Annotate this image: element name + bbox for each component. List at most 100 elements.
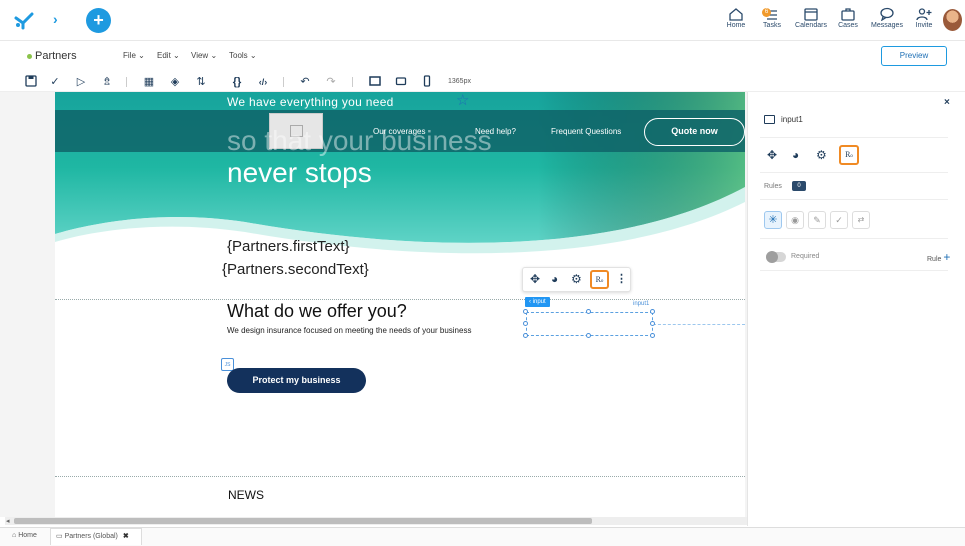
resize-handle[interactable]	[650, 333, 655, 338]
export-icon[interactable]: ⇯	[100, 75, 114, 89]
redo-icon[interactable]: ↷	[324, 75, 338, 89]
nav-home-label: Home	[726, 22, 746, 29]
rules-icon[interactable]: Ro	[590, 270, 609, 289]
nav-calendars[interactable]: Calendars	[793, 7, 829, 29]
menu-edit-label: Edit	[157, 51, 171, 60]
resize-handle[interactable]	[650, 309, 655, 314]
panel-divider	[760, 137, 948, 138]
favorite-star-icon[interactable]: ☆	[456, 92, 469, 109]
nav-home[interactable]: Home	[719, 7, 753, 29]
more-vertical-icon[interactable]: ⋮	[616, 272, 627, 285]
user-avatar[interactable]	[943, 9, 962, 31]
preview-button[interactable]: Preview	[881, 46, 947, 66]
toolbar-separator	[126, 77, 127, 87]
data-icon[interactable]: ⇅	[194, 75, 208, 89]
panel-style-icon[interactable]: ◕	[792, 148, 799, 162]
bottom-tab-bar	[0, 527, 965, 546]
menu-edit[interactable]: Edit ⌄	[157, 51, 180, 60]
required-toggle[interactable]	[766, 251, 786, 263]
toolbar-separator	[352, 77, 353, 87]
rule-filter-validation[interactable]: ✓	[830, 211, 848, 229]
status-dot	[27, 54, 32, 59]
play-icon[interactable]: ▷	[74, 75, 88, 89]
page-preview: We have everything you need ☆ Our covera…	[55, 92, 745, 517]
canvas-width-label: 1365px	[448, 78, 471, 85]
style-palette-icon[interactable]: ◕	[551, 272, 558, 286]
protect-business-button[interactable]: Protect my business	[227, 368, 366, 393]
toggle-knob	[766, 251, 778, 263]
create-button[interactable]: +	[86, 8, 111, 33]
news-title: NEWS	[228, 488, 264, 502]
rule-filter-other[interactable]: ⇄	[852, 211, 870, 229]
close-tab-icon[interactable]: ✖	[123, 533, 129, 540]
tab-partners-label: Partners (Global)	[64, 533, 118, 540]
nav-messages[interactable]: Messages	[869, 7, 905, 29]
layers-icon[interactable]: ◈	[168, 75, 182, 89]
home-icon	[729, 8, 743, 21]
resize-handle[interactable]	[586, 333, 591, 338]
nav-tasks[interactable]: Tasks	[755, 7, 789, 29]
panel-rules-icon[interactable]: Ro	[839, 145, 859, 165]
panel-move-icon[interactable]: ✥	[767, 148, 777, 162]
expand-chevron-icon[interactable]: ›	[53, 11, 58, 27]
panel-divider	[760, 199, 948, 200]
tablet-view-icon[interactable]	[394, 75, 408, 89]
scroll-arrow-left-icon[interactable]: ◂	[6, 517, 10, 525]
section-guide	[55, 299, 745, 300]
offer-title: What do we offer you?	[227, 301, 407, 321]
rule-filter-edit[interactable]: ✎	[808, 211, 826, 229]
chevron-down-icon: ⌄	[173, 51, 180, 60]
document-title: Partners	[35, 50, 77, 62]
panel-divider	[760, 238, 948, 239]
add-rule-label: Rule	[927, 256, 942, 263]
braces-icon[interactable]: {}	[230, 75, 244, 89]
rules-label: Rules	[764, 183, 782, 190]
resize-handle[interactable]	[586, 309, 591, 314]
resize-handle[interactable]	[523, 321, 528, 326]
required-label: Required	[791, 253, 820, 260]
nav-link-faq[interactable]: Frequent Questions	[551, 127, 621, 136]
save-icon[interactable]	[24, 75, 38, 89]
check-icon[interactable]: ✓	[48, 75, 62, 89]
panel-element-name: input1	[781, 115, 803, 124]
hero-headline-line2: never stops	[227, 157, 372, 188]
nav-cases-label: Cases	[838, 22, 858, 29]
resize-handle[interactable]	[523, 333, 528, 338]
horizontal-scrollbar-thumb[interactable]	[14, 518, 592, 524]
menu-file[interactable]: File ⌄	[123, 51, 145, 60]
resize-handle[interactable]	[523, 309, 528, 314]
tab-home[interactable]: ⌂ Home	[12, 532, 37, 539]
close-icon[interactable]: ×	[944, 97, 950, 108]
hero-top-text: We have everything you need	[227, 95, 394, 109]
menu-view[interactable]: View ⌄	[191, 51, 217, 60]
rule-filter-visibility[interactable]: ◉	[786, 211, 804, 229]
desktop-view-icon[interactable]	[368, 75, 382, 89]
quote-now-button[interactable]: Quote now	[644, 118, 745, 146]
panel-settings-icon[interactable]: ⚙	[816, 148, 827, 162]
resize-handle[interactable]	[650, 321, 655, 326]
mobile-view-icon[interactable]	[420, 75, 434, 89]
hero-banner	[55, 92, 745, 254]
rule-filter-all[interactable]: ✳	[764, 211, 782, 229]
rules-count-badge: 0	[792, 181, 806, 191]
nav-invite-label: Invite	[915, 22, 933, 29]
chevron-down-icon: ⌄	[210, 51, 218, 60]
hero-headline-line1: so that your business	[227, 125, 492, 156]
tab-home-label: Home	[18, 532, 37, 539]
components-icon[interactable]: ▦	[142, 75, 156, 89]
nav-invite[interactable]: Invite	[907, 7, 941, 29]
toolbar-separator	[283, 77, 284, 87]
settings-icon[interactable]: ⚙	[571, 272, 582, 286]
input-type-tag: ‹ input	[525, 297, 550, 307]
app-logo[interactable]	[14, 10, 36, 30]
undo-icon[interactable]: ↶	[298, 75, 312, 89]
panel-divider	[760, 270, 948, 271]
add-user-icon	[916, 8, 932, 21]
add-rule-button[interactable]: Rule +	[927, 250, 950, 264]
move-icon[interactable]: ✥	[530, 272, 540, 286]
section-guide	[55, 476, 745, 477]
code-icon[interactable]: ‹/›	[256, 75, 270, 89]
nav-cases[interactable]: Cases	[831, 7, 865, 29]
top-bar: › + Home Tasks 6 Calendars Cases Message…	[0, 0, 965, 40]
menu-tools[interactable]: Tools ⌄	[229, 51, 257, 60]
